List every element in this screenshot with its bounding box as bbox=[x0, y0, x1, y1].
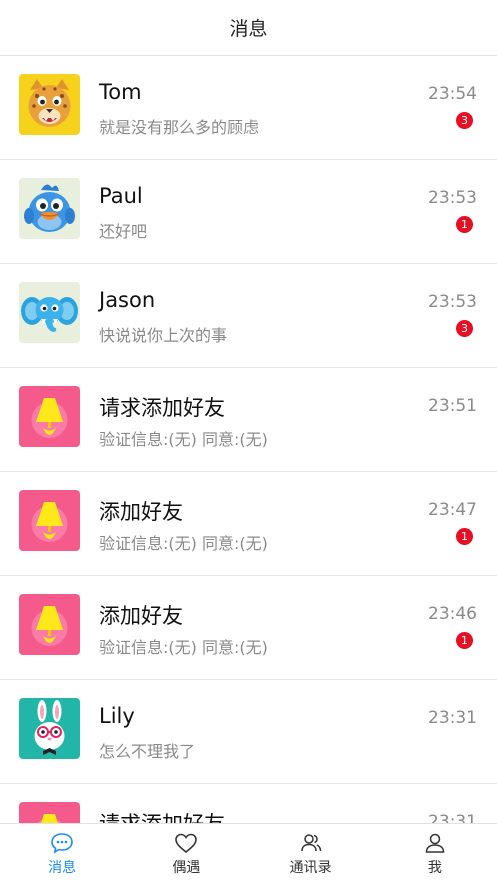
message-time: 23:54 bbox=[428, 84, 477, 104]
message-preview: 验证信息:(无) 同意:(无) bbox=[99, 534, 268, 553]
message-time: 23:53 bbox=[428, 292, 477, 312]
heart-icon bbox=[174, 832, 198, 854]
lamp-avatar[interactable] bbox=[19, 802, 80, 823]
conversation-row-add-friend[interactable]: 添加好友 验证信息:(无) 同意:(无) 23:47 1 bbox=[0, 472, 497, 576]
contact-name: Tom bbox=[99, 80, 142, 104]
unread-badge: 1 bbox=[456, 216, 473, 233]
rabbit-avatar[interactable] bbox=[19, 698, 80, 759]
tab-messages[interactable]: 消息 bbox=[0, 824, 124, 883]
unread-badge: 3 bbox=[456, 320, 473, 337]
tab-contacts[interactable]: 通讯录 bbox=[249, 824, 373, 883]
message-time: 23:31 bbox=[428, 708, 477, 728]
tab-me[interactable]: 我 bbox=[373, 824, 497, 883]
page-title: 消息 bbox=[0, 0, 497, 56]
message-time: 23:31 bbox=[428, 812, 477, 823]
elephant-avatar[interactable] bbox=[19, 282, 80, 343]
unread-badge: 1 bbox=[456, 632, 473, 649]
message-preview: 就是没有那么多的顾虑 bbox=[99, 118, 260, 137]
contact-name: Paul bbox=[99, 184, 143, 208]
contact-name: 请求添加好友 bbox=[99, 396, 225, 420]
message-time: 23:47 bbox=[428, 500, 477, 520]
conversation-list[interactable]: Tom 就是没有那么多的顾虑 23:54 3 Paul 还好吧 23:53 1 … bbox=[0, 56, 497, 823]
contacts-icon bbox=[299, 832, 323, 854]
conversation-row-friend-request[interactable]: 请求添加好友 23:31 bbox=[0, 784, 497, 823]
contact-name: Jason bbox=[99, 288, 156, 312]
tab-label: 我 bbox=[427, 859, 442, 876]
conversation-row-friend-request[interactable]: 请求添加好友 验证信息:(无) 同意:(无) 23:51 bbox=[0, 368, 497, 472]
contact-name: 添加好友 bbox=[99, 604, 183, 628]
tab-label: 偶遇 bbox=[172, 859, 201, 876]
message-preview: 验证信息:(无) 同意:(无) bbox=[99, 638, 268, 657]
contact-name: 添加好友 bbox=[99, 500, 183, 524]
contact-name: Lily bbox=[99, 704, 135, 728]
tab-label: 消息 bbox=[48, 859, 77, 876]
message-time: 23:51 bbox=[428, 396, 477, 416]
person-icon bbox=[423, 832, 447, 854]
tab-encounter[interactable]: 偶遇 bbox=[124, 824, 248, 883]
lamp-avatar[interactable] bbox=[19, 594, 80, 655]
conversation-row-tom[interactable]: Tom 就是没有那么多的顾虑 23:54 3 bbox=[0, 56, 497, 160]
message-preview: 怎么不理我了 bbox=[99, 742, 196, 761]
contact-name: 请求添加好友 bbox=[99, 808, 225, 823]
conversation-row-lily[interactable]: Lily 怎么不理我了 23:31 bbox=[0, 680, 497, 784]
message-time: 23:46 bbox=[428, 604, 477, 624]
message-preview: 验证信息:(无) 同意:(无) bbox=[99, 430, 268, 449]
tab-label: 通讯录 bbox=[289, 859, 332, 876]
bird-avatar[interactable] bbox=[19, 178, 80, 239]
conversation-row-add-friend[interactable]: 添加好友 验证信息:(无) 同意:(无) 23:46 1 bbox=[0, 576, 497, 680]
message-preview: 快说说你上次的事 bbox=[99, 326, 228, 345]
messages-screen: 消息 Tom 就是没有那么多的顾虑 23:54 3 Paul 还好吧 23:53… bbox=[0, 0, 497, 883]
conversation-row-jason[interactable]: Jason 快说说你上次的事 23:53 3 bbox=[0, 264, 497, 368]
leopard-avatar[interactable] bbox=[19, 74, 80, 135]
lamp-avatar[interactable] bbox=[19, 386, 80, 447]
lamp-avatar[interactable] bbox=[19, 490, 80, 551]
unread-badge: 3 bbox=[456, 112, 473, 129]
message-time: 23:53 bbox=[428, 188, 477, 208]
message-preview: 还好吧 bbox=[99, 222, 148, 241]
bottom-tab-bar: 消息 偶遇 通讯录 我 bbox=[0, 823, 497, 883]
conversation-row-paul[interactable]: Paul 还好吧 23:53 1 bbox=[0, 160, 497, 264]
chat-bubble-icon bbox=[50, 832, 74, 854]
unread-badge: 1 bbox=[456, 528, 473, 545]
